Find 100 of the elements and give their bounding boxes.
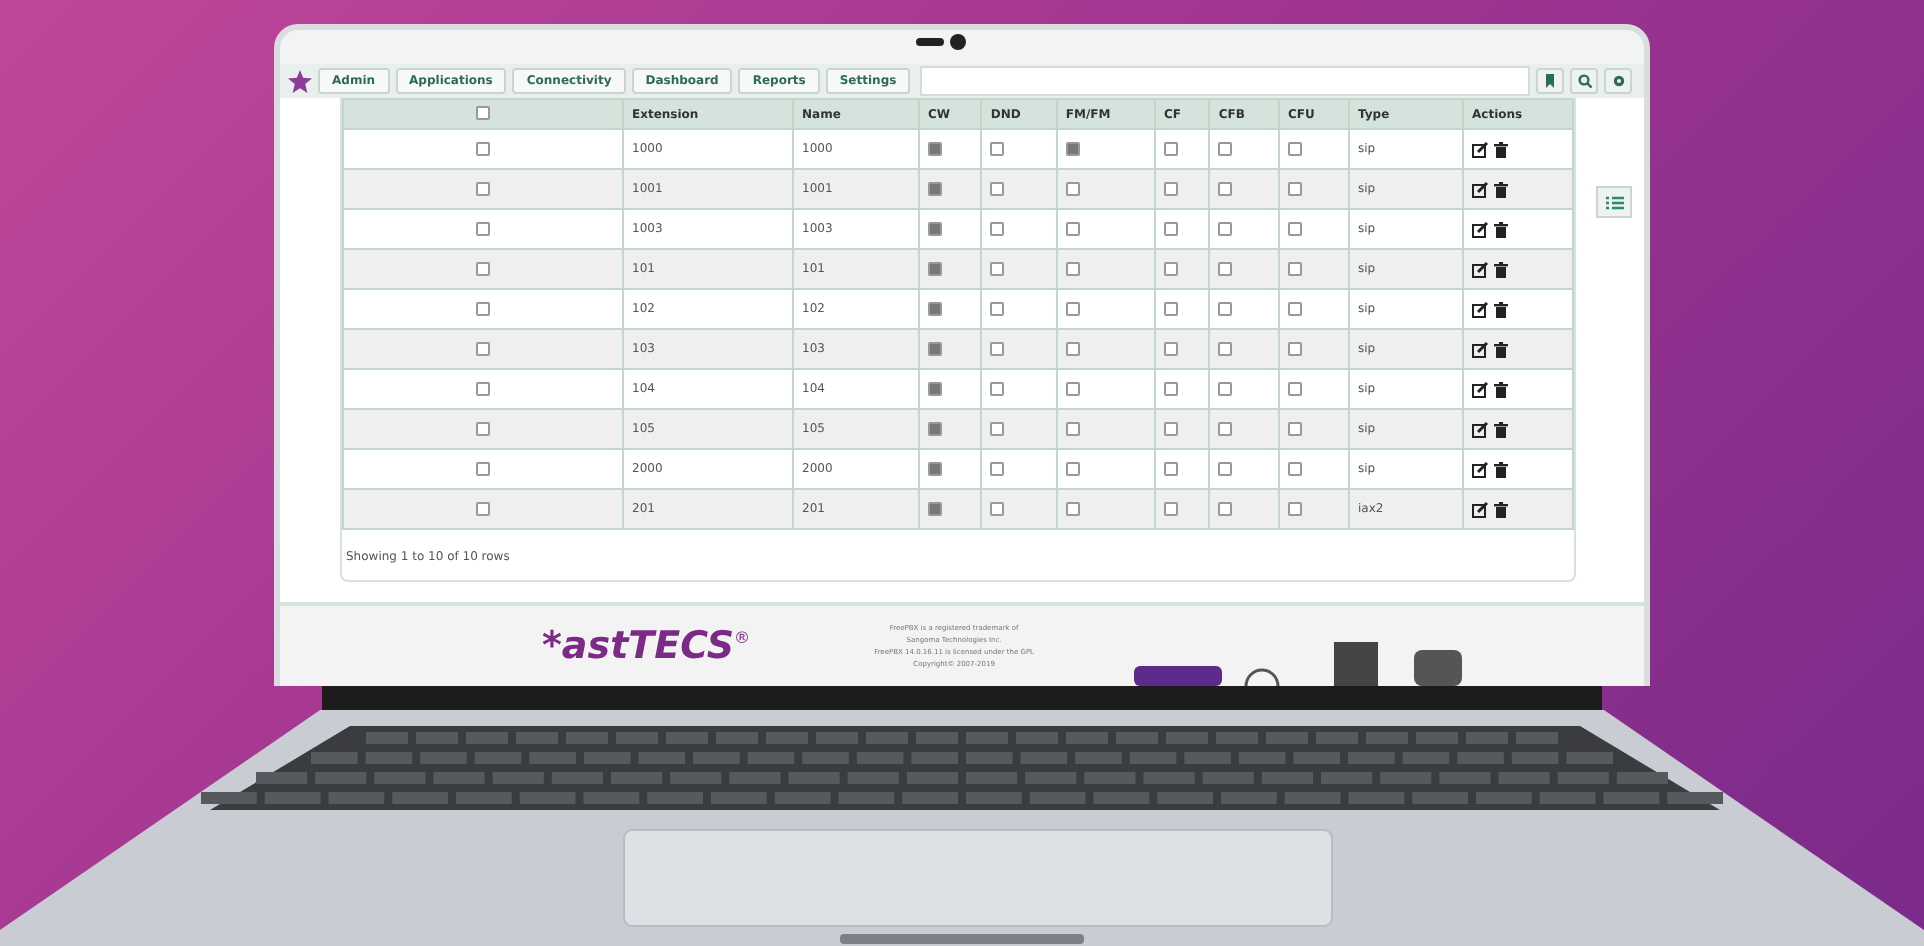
checkbox[interactable] [1065, 461, 1080, 476]
checkbox[interactable] [1218, 221, 1233, 236]
trash-icon[interactable] [1494, 341, 1508, 357]
checkbox[interactable] [990, 141, 1005, 156]
checkbox[interactable] [990, 421, 1005, 436]
checkbox[interactable] [990, 221, 1005, 236]
trash-icon[interactable] [1494, 221, 1508, 237]
checkbox[interactable] [928, 261, 942, 276]
checkbox[interactable] [1287, 301, 1302, 316]
checkbox[interactable] [1065, 341, 1080, 356]
checkbox[interactable] [990, 381, 1005, 396]
edit-icon[interactable] [1472, 421, 1488, 437]
checkbox[interactable] [1163, 301, 1178, 316]
star-logo-icon[interactable] [288, 69, 312, 93]
checkbox[interactable] [1218, 341, 1233, 356]
edit-icon[interactable] [1472, 181, 1488, 197]
checkbox[interactable] [928, 141, 942, 156]
bookmark-button[interactable] [1536, 68, 1564, 94]
edit-icon[interactable] [1472, 261, 1488, 277]
checkbox[interactable] [476, 221, 490, 236]
edit-icon[interactable] [1472, 501, 1488, 517]
checkbox[interactable] [1287, 341, 1302, 356]
checkbox[interactable] [1065, 181, 1080, 196]
checkbox[interactable] [1287, 181, 1302, 196]
checkbox[interactable] [928, 501, 942, 516]
checkbox[interactable] [476, 461, 490, 476]
checkbox[interactable] [1065, 421, 1080, 436]
checkbox[interactable] [1218, 301, 1233, 316]
checkbox[interactable] [1163, 261, 1178, 276]
checkbox[interactable] [1163, 141, 1178, 156]
checkbox[interactable] [990, 341, 1005, 356]
checkbox[interactable] [476, 106, 490, 121]
checkbox[interactable] [1287, 461, 1302, 476]
search-button[interactable] [1570, 68, 1598, 94]
checkbox[interactable] [1218, 421, 1233, 436]
checkbox[interactable] [1287, 141, 1302, 156]
search-field[interactable] [920, 66, 1530, 96]
checkbox[interactable] [928, 341, 942, 356]
checkbox[interactable] [1218, 461, 1233, 476]
checkbox[interactable] [1065, 141, 1080, 156]
edit-icon[interactable] [1472, 381, 1488, 397]
checkbox[interactable] [1065, 221, 1080, 236]
edit-icon[interactable] [1472, 141, 1488, 157]
checkbox[interactable] [990, 301, 1005, 316]
checkbox[interactable] [1065, 301, 1080, 316]
checkbox[interactable] [1218, 181, 1233, 196]
list-view-button[interactable] [1596, 186, 1632, 218]
checkbox[interactable] [1163, 341, 1178, 356]
checkbox[interactable] [1163, 381, 1178, 396]
trash-icon[interactable] [1494, 141, 1508, 157]
checkbox[interactable] [1163, 221, 1178, 236]
trash-icon[interactable] [1494, 461, 1508, 477]
trash-icon[interactable] [1494, 181, 1508, 197]
checkbox[interactable] [990, 261, 1005, 276]
checkbox[interactable] [1163, 501, 1178, 516]
checkbox[interactable] [1287, 261, 1302, 276]
checkbox[interactable] [928, 301, 942, 316]
checkbox[interactable] [476, 381, 490, 396]
checkbox[interactable] [1163, 461, 1178, 476]
checkbox[interactable] [476, 141, 490, 156]
checkbox[interactable] [1218, 501, 1233, 516]
trash-icon[interactable] [1494, 421, 1508, 437]
checkbox[interactable] [990, 501, 1005, 516]
list-icon [1605, 195, 1623, 209]
checkbox[interactable] [990, 181, 1005, 196]
checkbox[interactable] [476, 301, 490, 316]
checkbox[interactable] [476, 341, 490, 356]
trash-icon[interactable] [1494, 501, 1508, 517]
checkbox[interactable] [1065, 501, 1080, 516]
checkbox[interactable] [476, 421, 490, 436]
checkbox[interactable] [990, 461, 1005, 476]
checkbox[interactable] [1218, 261, 1233, 276]
checkbox[interactable] [928, 421, 942, 436]
company-logo: *astTECS$^{®}$ [542, 624, 751, 668]
checkbox[interactable] [1218, 381, 1233, 396]
trash-icon[interactable] [1494, 381, 1508, 397]
edit-icon[interactable] [1472, 461, 1488, 477]
checkbox[interactable] [928, 221, 942, 236]
checkbox[interactable] [1163, 181, 1178, 196]
checkbox[interactable] [1287, 501, 1302, 516]
checkbox[interactable] [1163, 421, 1178, 436]
checkbox[interactable] [928, 181, 942, 196]
checkbox[interactable] [1065, 381, 1080, 396]
checkbox[interactable] [476, 261, 490, 276]
settings-icon [1611, 74, 1625, 88]
edit-icon[interactable] [1472, 341, 1488, 357]
settings-button[interactable] [1604, 68, 1632, 94]
checkbox[interactable] [476, 501, 490, 516]
checkbox[interactable] [928, 381, 942, 396]
edit-icon[interactable] [1472, 221, 1488, 237]
checkbox[interactable] [928, 461, 942, 476]
checkbox[interactable] [476, 181, 490, 196]
checkbox[interactable] [1218, 141, 1233, 156]
checkbox[interactable] [1065, 261, 1080, 276]
trash-icon[interactable] [1494, 261, 1508, 277]
checkbox[interactable] [1287, 221, 1302, 236]
edit-icon[interactable] [1472, 301, 1488, 317]
checkbox[interactable] [1287, 421, 1302, 436]
checkbox[interactable] [1287, 381, 1302, 396]
trash-icon[interactable] [1494, 301, 1508, 317]
